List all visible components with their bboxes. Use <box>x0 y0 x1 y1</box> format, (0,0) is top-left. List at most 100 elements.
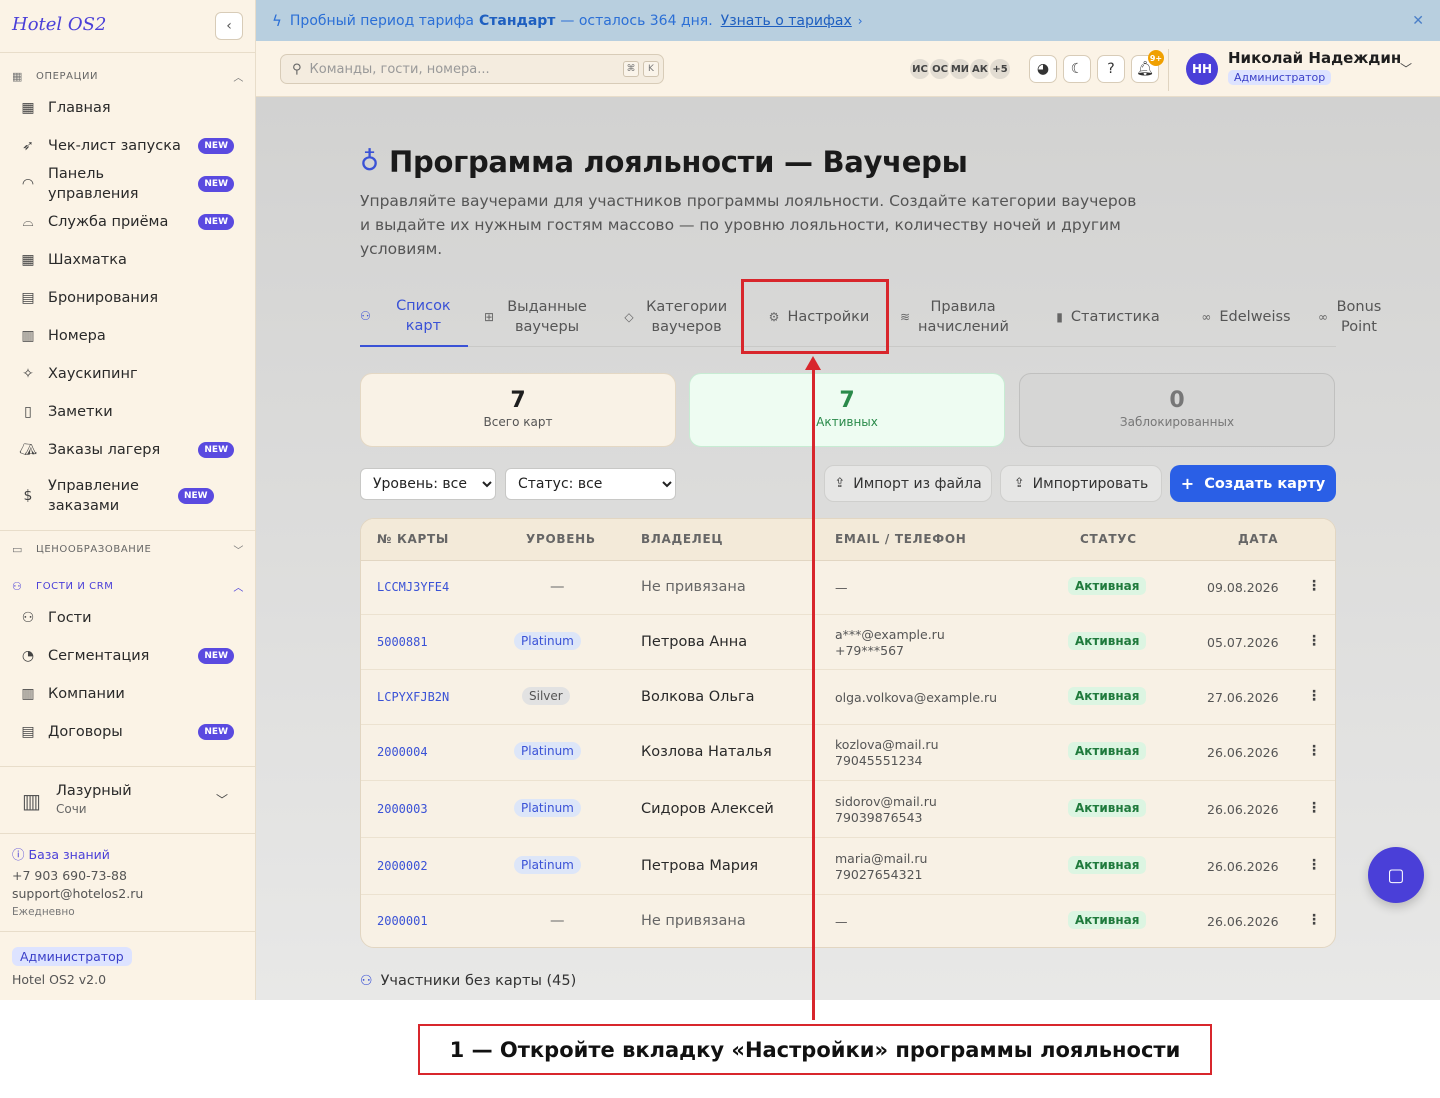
user-role-badge: Администратор <box>1228 70 1332 85</box>
app-window: Hotel OS2 ‹ ▦ ОПЕРАЦИИ ︿ ▦ Главная ➶ Чек-ли… <box>0 0 1440 1000</box>
tab-users[interactable]: ⚇ Список карт <box>360 287 468 347</box>
search-input[interactable] <box>309 61 623 77</box>
column-header-owner[interactable]: ВЛАДЕЛЕЦ <box>641 532 723 546</box>
sidebar-item[interactable]: ▯ Заметки <box>12 394 244 430</box>
sparkles-icon: ✧ <box>22 366 34 382</box>
sidebar-item[interactable]: $ Управление заказами NEW <box>12 470 244 522</box>
contact-email: sidorov@mail.ru <box>835 793 937 809</box>
card-number[interactable]: 5000881 <box>377 635 428 649</box>
card-number[interactable]: 2000002 <box>377 859 428 873</box>
palette-button[interactable]: ◕ <box>1029 55 1057 83</box>
sidebar-item[interactable]: ⛺︎ Заказы лагеря NEW <box>12 432 244 468</box>
table-header: № КАРТЫ УРОВЕНЬ ВЛАДЕЛЕЦ EMAIL / ТЕЛЕФОН… <box>361 519 1335 561</box>
online-users[interactable]: ИС ОС МИ АК +5 <box>908 57 1012 81</box>
chevron-down-icon[interactable]: ﹀ <box>1400 60 1412 77</box>
tab-link[interactable]: ∞ Bonus Point <box>1318 287 1382 347</box>
more-vertical-icon[interactable]: ⋮ <box>1307 800 1321 816</box>
page-title: Программа лояльности — Ваучеры <box>389 145 968 179</box>
pricing-link[interactable]: Узнать о тарифах <box>721 13 852 29</box>
sidebar-item[interactable]: ▦ Шахматка <box>12 242 244 278</box>
card-number[interactable]: 2000003 <box>377 802 428 816</box>
sidebar-item[interactable]: ▥ Номера <box>12 318 244 354</box>
avatar[interactable]: НН <box>1186 53 1218 85</box>
hotel-selector[interactable]: ▥ Лазурный Сочи ﹀ <box>0 766 256 834</box>
table-row[interactable]: LCPYXFJB2N Silver Волкова Ольга olga.volkov… <box>361 670 1335 725</box>
table-row[interactable]: 2000002 Platinum Петрова Мария maria@mail.r… <box>361 838 1335 895</box>
members-without-card[interactable]: ⚇ Участники без карты (45) <box>360 973 576 989</box>
more-vertical-icon[interactable]: ⋮ <box>1307 633 1321 649</box>
status-badge: Активная <box>1068 577 1147 595</box>
contact-email: — <box>835 580 848 595</box>
sidebar-item-label: Номера <box>48 328 106 344</box>
card-number[interactable]: LCCMJ3YFE4 <box>377 580 449 594</box>
column-header-contact[interactable]: EMAIL / ТЕЛЕФОН <box>835 532 966 546</box>
tab-gift[interactable]: ⊞ Выданные ваучеры <box>478 287 598 347</box>
sidebar-item[interactable]: ▦ Главная <box>12 90 244 126</box>
table-row[interactable]: 2000001 — Не привязана — Активная 26.06.2026 ⋮ <box>361 895 1335 947</box>
sidebar-item[interactable]: ⚇ Гости <box>12 600 244 636</box>
create-card-button[interactable]: + Создать карту <box>1170 465 1336 502</box>
tab-label: Выданные ваучеры <box>507 299 587 335</box>
sidebar-item[interactable]: ▤ Бронирования <box>12 280 244 316</box>
level-badge-label: Silver <box>522 686 570 705</box>
card-number[interactable]: LCPYXFJB2N <box>377 690 449 704</box>
avatar[interactable]: +5 <box>988 57 1012 81</box>
close-icon[interactable]: ✕ <box>1412 13 1424 29</box>
building-icon: ▥ <box>21 328 35 344</box>
tab-bar-chart[interactable]: ▮ Статистика <box>1040 287 1176 347</box>
sidebar-item[interactable]: ▥ Компании <box>12 676 244 712</box>
table-row[interactable]: LCCMJ3YFE4 — Не привязана — Активная 09.08.20… <box>361 561 1335 615</box>
table-row[interactable]: 2000003 Platinum Сидоров Алексей sidorov@ma… <box>361 781 1335 838</box>
support-phone[interactable]: +7 903 690-73-88 <box>12 868 127 883</box>
sidebar-item[interactable]: ◠ Панель управления NEW <box>12 166 244 202</box>
level-filter-select[interactable]: Уровень: все <box>360 468 496 500</box>
stat-blocked-cards: 0 Заблокированных <box>1019 373 1335 447</box>
issue-date: 26.06.2026 <box>1207 858 1279 874</box>
more-vertical-icon[interactable]: ⋮ <box>1307 578 1321 594</box>
arrow-line <box>812 368 815 1020</box>
section-pricing[interactable]: ▭ ЦЕНООБРАЗОВАНИЕ ﹀ <box>12 539 244 559</box>
status-badge: Активная <box>1068 742 1147 760</box>
column-header-status[interactable]: СТАТУС <box>1080 532 1137 546</box>
sidebar-item[interactable]: ✧ Хаускипинг <box>12 356 244 392</box>
tab-tag[interactable]: ◇ Категории ваучеров <box>616 287 740 347</box>
card-number[interactable]: 2000001 <box>377 914 428 928</box>
more-vertical-icon[interactable]: ⋮ <box>1307 743 1321 759</box>
theme-toggle-button[interactable]: ☾ <box>1063 55 1091 83</box>
column-header-date[interactable]: ДАТА <box>1238 532 1278 546</box>
table-row[interactable]: 2000004 Platinum Козлова Наталья kozlova@ma… <box>361 725 1335 781</box>
tab-label: Edelweiss <box>1219 309 1291 325</box>
collapse-sidebar-button[interactable]: ‹ <box>215 12 243 40</box>
sidebar-item[interactable]: ➶ Чек-лист запуска NEW <box>12 128 244 164</box>
sidebar-item[interactable]: ⌓ Служба приёма NEW <box>12 204 244 240</box>
knowledge-base-link[interactable]: ⓘ База знаний <box>12 844 110 863</box>
tab-link[interactable]: ∞ Edelweiss <box>1186 287 1306 347</box>
tab-layers[interactable]: ≋ Правила начислений <box>892 287 1016 347</box>
notifications-button[interactable]: 🔔︎ 9+ <box>1131 50 1164 83</box>
lightning-icon: ϟ <box>272 11 282 30</box>
status-filter-select[interactable]: Статус: все <box>505 468 676 500</box>
more-vertical-icon[interactable]: ⋮ <box>1307 857 1321 873</box>
chat-button[interactable]: ▢ <box>1368 847 1424 903</box>
table-row[interactable]: 5000881 Platinum Петрова Анна a***@example.… <box>361 615 1335 670</box>
chat-icon: ▢ <box>1387 864 1405 886</box>
user-name[interactable]: Николай Надеждин <box>1228 49 1401 67</box>
sidebar-item[interactable]: ▤ Договоры NEW <box>12 714 244 750</box>
more-vertical-icon[interactable]: ⋮ <box>1307 688 1321 704</box>
new-badge: NEW <box>198 176 234 192</box>
sidebar-item[interactable]: ◔ Сегментация NEW <box>12 638 244 674</box>
page-subtitle: Управляйте ваучерами для участников прог… <box>360 192 1137 258</box>
column-header-level[interactable]: УРОВЕНЬ <box>526 532 596 546</box>
support-email[interactable]: support@hotelos2.ru <box>12 886 143 901</box>
column-header-card[interactable]: № КАРТЫ <box>377 532 449 546</box>
card-number[interactable]: 2000004 <box>377 745 428 759</box>
chevron-left-icon: ‹ <box>226 18 232 34</box>
help-button[interactable]: ? <box>1097 55 1125 83</box>
brand-logo[interactable]: Hotel OS2 <box>12 14 106 35</box>
more-vertical-icon[interactable]: ⋮ <box>1307 912 1321 928</box>
section-guests-crm[interactable]: ⚇ ГОСТИ И CRM ︿ <box>12 576 244 596</box>
import-file-button[interactable]: ⇪ Импорт из файла <box>824 465 992 502</box>
search-box[interactable]: ⚲ ⌘ K <box>280 54 664 84</box>
section-operations[interactable]: ▦ ОПЕРАЦИИ ︿ <box>12 66 244 86</box>
import-button[interactable]: ⇪ Импортировать <box>1000 465 1162 502</box>
